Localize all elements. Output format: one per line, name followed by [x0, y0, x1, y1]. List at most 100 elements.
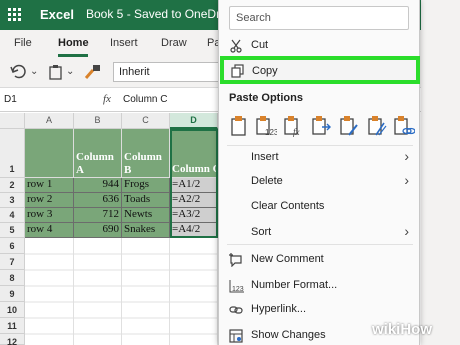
- svg-text:123: 123: [265, 128, 277, 137]
- paste-transpose-icon[interactable]: [311, 115, 331, 137]
- menu-separator: [227, 244, 413, 245]
- menu-label-delete: Delete: [251, 175, 283, 187]
- row-header-1[interactable]: 1: [0, 129, 25, 178]
- menu-label-hyperlink: Hyperlink...: [251, 303, 307, 315]
- menu-search-input[interactable]: Search: [229, 6, 409, 30]
- tab-home[interactable]: Home: [58, 37, 89, 49]
- svg-text:fx: fx: [293, 127, 300, 137]
- row-header-2[interactable]: 2: [0, 178, 25, 193]
- paste-no-borders-icon[interactable]: [367, 115, 387, 137]
- paste-formulas-icon[interactable]: fx: [283, 115, 303, 137]
- paste-icon[interactable]: [229, 115, 249, 137]
- menu-label-new-comment: New Comment: [251, 253, 324, 265]
- menu-label-show-changes: Show Changes: [251, 329, 326, 341]
- column-header-c[interactable]: C: [122, 113, 170, 129]
- context-menu: Search Cut Copy Paste Options 123 fx Ins…: [218, 0, 420, 345]
- menu-label-copy: Copy: [252, 65, 278, 77]
- cell-a2[interactable]: row 1: [25, 178, 74, 193]
- cell-c5[interactable]: Snakes: [122, 223, 170, 238]
- menu-label-insert: Insert: [251, 151, 279, 163]
- cell-d4[interactable]: =A3/2: [170, 208, 218, 223]
- tab-file[interactable]: File: [14, 37, 32, 49]
- svg-text:123: 123: [232, 286, 244, 293]
- paste-options-row: 123 fx: [227, 115, 417, 139]
- menu-item-delete[interactable]: Delete ›: [219, 171, 421, 193]
- cell-a3[interactable]: row 2: [25, 193, 74, 208]
- format-painter-icon[interactable]: [84, 64, 102, 80]
- row-header-4[interactable]: 4: [0, 208, 25, 223]
- cell-a5[interactable]: row 4: [25, 223, 74, 238]
- document-title[interactable]: Book 5 - Saved to OneDrive: [86, 7, 235, 21]
- app-launcher-icon[interactable]: [8, 8, 22, 22]
- empty-grid-lines: [25, 238, 218, 345]
- new-comment-icon: [229, 253, 243, 268]
- cell-b1[interactable]: Column A: [74, 129, 122, 178]
- chevron-right-icon: ›: [404, 148, 409, 164]
- active-tab-indicator: [58, 54, 88, 57]
- show-changes-icon: [229, 329, 243, 343]
- cell-c2[interactable]: Frogs: [122, 178, 170, 193]
- row-header-8[interactable]: 8: [0, 270, 25, 286]
- menu-item-hyperlink[interactable]: Hyperlink...: [219, 299, 421, 321]
- menu-item-new-comment[interactable]: New Comment: [219, 249, 421, 271]
- cell-d3[interactable]: =A2/2: [170, 193, 218, 208]
- paste-formatting-icon[interactable]: [339, 115, 359, 137]
- tab-draw[interactable]: Draw: [161, 37, 187, 49]
- menu-separator: [227, 145, 413, 146]
- paste-values-icon[interactable]: 123: [255, 115, 279, 137]
- cell-c3[interactable]: Toads: [122, 193, 170, 208]
- paste-dropdown-icon[interactable]: ⌄: [66, 64, 74, 80]
- name-box[interactable]: D1: [4, 94, 17, 105]
- cell-b2[interactable]: 944: [74, 178, 122, 193]
- menu-item-clear-contents[interactable]: Clear Contents: [219, 196, 421, 218]
- function-icon[interactable]: fx: [103, 93, 111, 105]
- cell-d2[interactable]: =A1/2: [170, 178, 218, 193]
- menu-label-sort: Sort: [251, 226, 272, 238]
- row-header-5[interactable]: 5: [0, 223, 25, 238]
- menu-item-insert[interactable]: Insert ›: [219, 147, 421, 169]
- cell-b5[interactable]: 690: [74, 223, 122, 238]
- menu-item-sort[interactable]: Sort ›: [219, 222, 421, 244]
- select-all-corner[interactable]: [0, 113, 25, 129]
- chevron-right-icon: ›: [404, 223, 409, 239]
- link-icon: [229, 303, 243, 317]
- menu-item-number-format[interactable]: 123 Number Format...: [219, 275, 421, 297]
- row-header-11[interactable]: 11: [0, 318, 25, 334]
- number-format-icon: 123: [229, 279, 244, 293]
- row-header-7[interactable]: 7: [0, 254, 25, 270]
- font-name-select[interactable]: Inherit: [113, 62, 221, 82]
- row-header-10[interactable]: 10: [0, 302, 25, 318]
- menu-item-cut[interactable]: Cut: [219, 35, 421, 57]
- app-name: Excel: [40, 7, 74, 22]
- screen: { "titlebar": { "app": "Excel", "doc": "…: [0, 0, 460, 345]
- cell-b3[interactable]: 636: [74, 193, 122, 208]
- menu-label-number-format: Number Format...: [251, 279, 338, 291]
- watermark-logo: wikiHow: [372, 321, 433, 338]
- paste-icon[interactable]: [48, 64, 64, 80]
- cell-c1[interactable]: Column B: [122, 129, 170, 178]
- row-header-3[interactable]: 3: [0, 193, 25, 208]
- undo-dropdown-icon[interactable]: ⌄: [30, 64, 38, 80]
- cell-b4[interactable]: 712: [74, 208, 122, 223]
- cell-a4[interactable]: row 3: [25, 208, 74, 223]
- menu-item-copy[interactable]: Copy: [220, 56, 420, 84]
- cell-d1[interactable]: Column C: [170, 129, 218, 178]
- column-header-d[interactable]: D: [170, 113, 218, 129]
- cell-c4[interactable]: Newts: [122, 208, 170, 223]
- row-header-9[interactable]: 9: [0, 286, 25, 302]
- tab-insert[interactable]: Insert: [110, 37, 138, 49]
- copy-icon: [231, 64, 245, 78]
- formula-input[interactable]: Column C: [123, 94, 167, 105]
- cell-a1[interactable]: [25, 129, 74, 178]
- column-header-b[interactable]: B: [74, 113, 122, 129]
- row-header-6[interactable]: 6: [0, 238, 25, 254]
- paste-link-icon[interactable]: [393, 115, 416, 137]
- undo-icon[interactable]: [10, 64, 28, 80]
- column-header-a[interactable]: A: [25, 113, 74, 129]
- scissors-icon: [229, 39, 243, 53]
- row-header-12[interactable]: 12: [0, 334, 25, 345]
- menu-label-cut: Cut: [251, 39, 269, 51]
- ribbon-right-edge: [421, 0, 460, 345]
- cell-d5[interactable]: =A4/2: [170, 223, 218, 238]
- menu-label-clear-contents: Clear Contents: [251, 200, 325, 212]
